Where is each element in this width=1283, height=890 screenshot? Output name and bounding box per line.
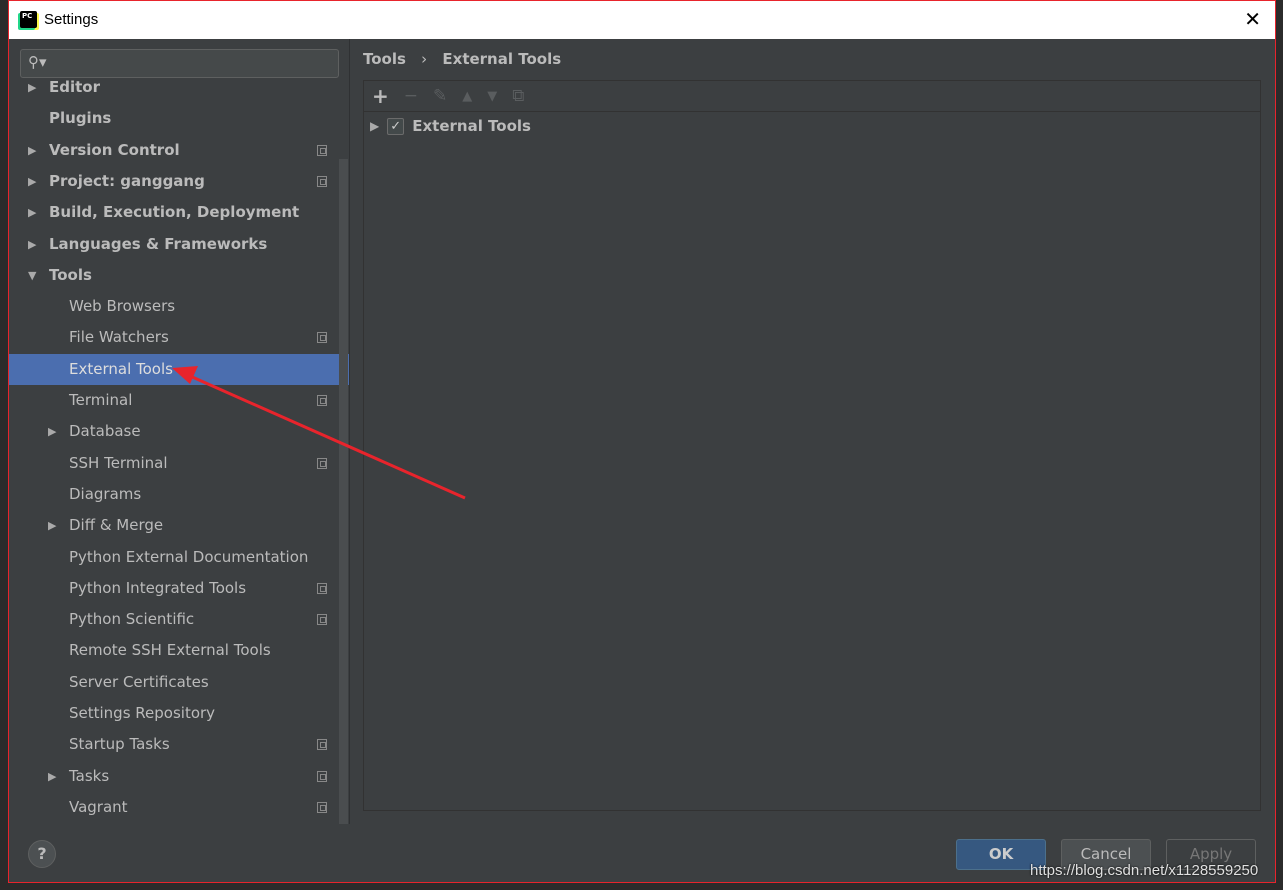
sidebar-item[interactable]: ▶ Database xyxy=(9,416,349,447)
chevron-right-icon[interactable]: ▶ xyxy=(48,761,56,792)
sidebar-item-label: Tasks xyxy=(69,766,110,785)
sidebar-item-label: Languages & Frameworks xyxy=(49,234,268,253)
project-scope-icon xyxy=(317,144,327,156)
breadcrumb-separator: › xyxy=(421,50,428,68)
sidebar-item[interactable]: Web Browsers xyxy=(9,291,349,322)
breadcrumb-current: External Tools xyxy=(442,50,562,68)
sidebar-item[interactable]: Plugins xyxy=(9,103,349,134)
sidebar-item[interactable]: ▶ Version Control xyxy=(9,135,349,166)
sidebar-item-label: Startup Tasks xyxy=(69,735,170,754)
settings-sidebar: ▶ Editor Plugins ▶ Version Control ▶ Project: … xyxy=(9,39,349,824)
sidebar-item[interactable]: Python Integrated Tools xyxy=(9,573,349,604)
project-scope-icon xyxy=(317,614,327,626)
sidebar-item-label: Build, Execution, Deployment xyxy=(49,203,300,222)
sidebar-item[interactable]: External Tools xyxy=(9,353,349,385)
sidebar-item-label: Tools xyxy=(49,265,92,284)
help-button[interactable]: ? xyxy=(28,840,56,868)
toolbar: + − ✎ ▲ ▼ ⧉ xyxy=(364,81,1260,112)
sidebar-item[interactable]: Vagrant xyxy=(9,792,349,823)
chevron-down-icon[interactable]: ▼ xyxy=(28,260,36,291)
sidebar-item[interactable]: Startup Tasks xyxy=(9,729,349,760)
sidebar-item-label: Server Certificates xyxy=(69,672,209,691)
move-up-icon[interactable]: ▲ xyxy=(462,89,472,104)
sidebar-item-label: Remote SSH External Tools xyxy=(69,641,271,660)
sidebar-item-label: File Watchers xyxy=(69,328,169,347)
sidebar-item[interactable]: ▶ Languages & Frameworks xyxy=(9,229,349,260)
sidebar-item[interactable]: Diagrams xyxy=(9,479,349,510)
sidebar-item-label: Terminal xyxy=(69,391,133,409)
sidebar-item-label: Project: ganggang xyxy=(49,171,205,190)
sidebar-item-label: Settings Repository xyxy=(69,704,216,722)
search-input[interactable]: ⚲▾ xyxy=(20,49,339,78)
checkbox[interactable]: ✓ xyxy=(387,117,405,135)
expand-arrow-icon[interactable]: ▶ xyxy=(370,119,379,133)
project-scope-icon xyxy=(317,332,327,344)
tree-item-label: External Tools xyxy=(412,117,531,135)
project-scope-icon xyxy=(317,457,327,469)
sidebar-item-label: Version Control xyxy=(49,140,180,159)
sidebar-item[interactable]: ▼ Tools xyxy=(9,260,349,291)
sidebar-item-label: SSH Terminal xyxy=(69,453,168,472)
sidebar-item-label: Web Browsers xyxy=(69,297,176,316)
tree-item-external-tools[interactable]: ▶ ✓ External Tools xyxy=(370,117,531,135)
add-icon[interactable]: + xyxy=(372,84,389,108)
project-scope-icon xyxy=(317,770,327,782)
sidebar-item[interactable]: ▶ Diff & Merge xyxy=(9,510,349,541)
remove-icon[interactable]: − xyxy=(404,86,418,106)
watermark: https://blog.csdn.net/x1128559250 xyxy=(1030,862,1259,879)
sidebar-item-label: Diagrams xyxy=(69,484,142,503)
close-icon[interactable]: ✕ xyxy=(1244,7,1261,31)
window-title: Settings xyxy=(44,11,99,28)
sidebar-item[interactable]: ▶ Build, Execution, Deployment xyxy=(9,197,349,228)
project-scope-icon xyxy=(317,175,327,187)
project-scope-icon xyxy=(317,395,327,406)
sidebar-scrollbar[interactable] xyxy=(339,159,348,824)
sidebar-item[interactable]: ▶ Tasks xyxy=(9,761,349,792)
chevron-right-icon[interactable]: ▶ xyxy=(28,166,36,197)
chevron-right-icon[interactable]: ▶ xyxy=(48,416,56,447)
sidebar-item-label: Database xyxy=(69,422,141,441)
chevron-right-icon[interactable]: ▶ xyxy=(28,135,36,166)
sidebar-item-label: Vagrant xyxy=(69,797,128,816)
pycharm-logo-icon: PC xyxy=(20,11,37,28)
chevron-right-icon[interactable]: ▶ xyxy=(48,510,56,541)
sidebar-item-label: Python Integrated Tools xyxy=(69,578,247,597)
edit-icon[interactable]: ✎ xyxy=(433,86,447,106)
sidebar-item-label: Python Scientific xyxy=(69,610,195,629)
search-icon: ⚲▾ xyxy=(28,53,47,71)
move-down-icon[interactable]: ▼ xyxy=(487,89,497,104)
sidebar-item[interactable]: Python External Documentation xyxy=(9,542,349,573)
chevron-right-icon[interactable]: ▶ xyxy=(28,229,36,260)
sidebar-item-label: Diff & Merge xyxy=(69,516,164,535)
sidebar-item-label: Plugins xyxy=(49,109,112,128)
external-tools-panel: + − ✎ ▲ ▼ ⧉ ▶ ✓ External Tools xyxy=(363,80,1261,811)
breadcrumb-parent[interactable]: Tools xyxy=(363,50,406,68)
sidebar-item[interactable]: Terminal xyxy=(9,385,349,416)
sidebar-item[interactable]: SSH Terminal xyxy=(9,448,349,479)
project-scope-icon xyxy=(317,801,327,813)
copy-icon[interactable]: ⧉ xyxy=(512,86,524,106)
sidebar-item[interactable]: Settings Repository xyxy=(9,698,349,729)
sidebar-item[interactable]: Server Certificates xyxy=(9,667,349,698)
sidebar-item-label: Python External Documentation xyxy=(69,547,309,566)
breadcrumb: Tools › External Tools xyxy=(363,50,561,68)
settings-window: PC Settings ✕ ▶ Editor Plugins ▶ Version Con… xyxy=(8,0,1276,883)
sidebar-item-label: External Tools xyxy=(69,359,173,378)
sidebar-item[interactable]: File Watchers xyxy=(9,322,349,353)
title-bar: PC Settings ✕ xyxy=(9,1,1275,39)
sidebar-item[interactable]: ▶ Project: ganggang xyxy=(9,166,349,197)
sidebar-item[interactable]: Python Scientific xyxy=(9,604,349,635)
sidebar-item[interactable]: Remote SSH External Tools xyxy=(9,635,349,666)
project-scope-icon xyxy=(317,739,327,751)
chevron-right-icon[interactable]: ▶ xyxy=(28,197,36,228)
divider xyxy=(349,39,350,824)
project-scope-icon xyxy=(317,582,327,594)
